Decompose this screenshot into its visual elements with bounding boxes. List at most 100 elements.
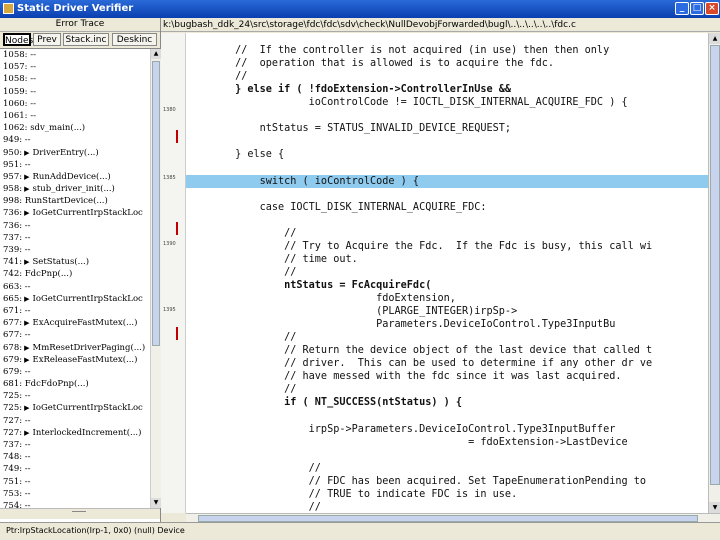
trace-row[interactable]: 754: -- [0, 500, 150, 508]
trace-row[interactable]: 681: FdcFdoPnp(...) [0, 378, 150, 390]
code-line[interactable]: ioControlCode != IOCTL_DISK_INTERNAL_ACQ… [186, 96, 708, 109]
code-line[interactable] [186, 449, 708, 462]
code-line[interactable]: irpSp->Parameters.DeviceIoControl.Type3I… [186, 423, 708, 436]
trace-row[interactable]: 742: FdcPnp(...) [0, 268, 150, 280]
trace-row[interactable]: 1059: -- [0, 86, 150, 98]
trace-row[interactable]: 665: ▶ IoGetCurrentIrpStackLoc [0, 293, 150, 305]
trace-row[interactable]: 749: -- [0, 463, 150, 475]
trace-row[interactable]: 679: ▶ ExReleaseFastMutex(...) [0, 354, 150, 366]
maximize-button[interactable]: □ [690, 2, 704, 15]
scroll-down-arrow-icon[interactable]: ▼ [151, 498, 161, 508]
trace-vertical-scrollbar[interactable]: ▲ ▼ [150, 49, 161, 508]
trace-row[interactable]: 753: -- [0, 488, 150, 500]
trace-row[interactable]: 998: RunStartDevice(...) [0, 195, 150, 207]
code-line[interactable]: = fdoExtension->LastDevice [186, 436, 708, 449]
code-line[interactable]: Parameters.DeviceIoControl.Type3InputBu [186, 318, 708, 331]
trace-row[interactable]: 1060: -- [0, 98, 150, 110]
trace-row[interactable]: 951: -- [0, 159, 150, 171]
tab-stack-inc[interactable]: Stack.inc [63, 33, 109, 46]
code-line[interactable]: // [186, 383, 708, 396]
breakpoint-marker[interactable] [176, 327, 178, 340]
trace-row[interactable]: 739: -- [0, 244, 150, 256]
code-view[interactable]: // If the controller is not acquired (in… [186, 33, 708, 513]
code-line[interactable] [186, 161, 708, 174]
trace-horizontal-scrollbar[interactable] [0, 508, 160, 519]
expand-arrow-icon[interactable]: ▶ [24, 209, 29, 217]
code-line[interactable]: // [186, 462, 708, 475]
expand-arrow-icon[interactable]: ▶ [24, 404, 29, 412]
trace-row[interactable]: 748: -- [0, 451, 150, 463]
trace-row[interactable]: 677: ▶ ExAcquireFastMutex(...) [0, 317, 150, 329]
code-line[interactable]: // [186, 331, 708, 344]
trace-row[interactable]: 736: ▶ IoGetCurrentIrpStackLoc [0, 207, 150, 219]
trace-row[interactable]: 1061: -- [0, 110, 150, 122]
code-line[interactable] [186, 214, 708, 227]
expand-arrow-icon[interactable]: ▶ [24, 295, 29, 303]
expand-arrow-icon[interactable]: ▶ [24, 149, 29, 157]
code-line[interactable]: if ( NT_SUCCESS(ntStatus) ) { [186, 396, 708, 409]
code-line[interactable] [186, 188, 708, 201]
trace-row[interactable]: 727: -- [0, 415, 150, 427]
tab-prev[interactable]: Prev [33, 33, 61, 46]
scrollbar-thumb[interactable] [710, 45, 720, 485]
code-line[interactable] [186, 409, 708, 422]
expand-arrow-icon[interactable]: ▶ [24, 258, 29, 266]
trace-list[interactable]: 1058: -- 1057: -- 1058: -- 1059: -- 1060: --… [0, 49, 150, 508]
code-line[interactable]: // time out. [186, 253, 708, 266]
tab-deskinc[interactable]: Deskinc [112, 33, 157, 46]
code-line[interactable] [186, 109, 708, 122]
trace-row[interactable]: 736: -- [0, 220, 150, 232]
trace-row[interactable]: 957: ▶ RunAddDevice(...) [0, 171, 150, 183]
scroll-down-arrow-icon[interactable]: ▼ [709, 502, 720, 513]
code-line[interactable]: // [186, 227, 708, 240]
trace-row[interactable]: 679: -- [0, 366, 150, 378]
trace-row[interactable]: 725: ▶ IoGetCurrentIrpStackLoc [0, 402, 150, 414]
trace-row[interactable]: 1058: -- [0, 73, 150, 85]
code-line[interactable]: // driver. This can be used to determine… [186, 357, 708, 370]
expand-arrow-icon[interactable]: ▶ [24, 173, 29, 181]
scroll-up-arrow-icon[interactable]: ▲ [709, 33, 720, 44]
expand-arrow-icon[interactable]: ▶ [24, 319, 29, 327]
code-line[interactable]: ntStatus = FcAcquireFdc( [186, 279, 708, 292]
trace-row[interactable]: 741: ▶ SetStatus(...) [0, 256, 150, 268]
trace-row[interactable]: 958: ▶ stub_driver_init(...) [0, 183, 150, 195]
trace-row[interactable]: 950: ▶ DriverEntry(...) [0, 147, 150, 159]
close-button[interactable]: × [705, 2, 719, 15]
code-line[interactable]: case IOCTL_DISK_INTERNAL_ACQUIRE_FDC: [186, 201, 708, 214]
code-line[interactable]: // TRUE to indicate FDC is in use. [186, 488, 708, 501]
code-line[interactable]: // operation that is allowed is to acqui… [186, 57, 708, 70]
trace-row[interactable]: 727: ▶ InterlockedIncrement(...) [0, 427, 150, 439]
expand-arrow-icon[interactable]: ▶ [24, 356, 29, 364]
code-line[interactable]: // FDC has been acquired. Set TapeEnumer… [186, 475, 708, 488]
trace-row[interactable]: 725: -- [0, 390, 150, 402]
code-line[interactable]: // [186, 266, 708, 279]
trace-row[interactable]: 1058: -- [0, 49, 150, 61]
minimize-button[interactable]: _ [675, 2, 689, 15]
trace-row[interactable]: 663: -- [0, 281, 150, 293]
trace-row[interactable]: 1062: sdv_main(...) [0, 122, 150, 134]
scrollbar-thumb[interactable] [152, 61, 160, 346]
trace-row[interactable]: 1057: -- [0, 61, 150, 73]
trace-row[interactable]: 677: -- [0, 329, 150, 341]
trace-row[interactable]: 751: -- [0, 476, 150, 488]
scroll-up-arrow-icon[interactable]: ▲ [151, 49, 161, 59]
expand-arrow-icon[interactable]: ▶ [24, 429, 29, 437]
trace-row[interactable]: 737: -- [0, 439, 150, 451]
code-line[interactable]: // [186, 70, 708, 83]
code-line[interactable]: fdoExtension, [186, 292, 708, 305]
code-line[interactable]: ntStatus = STATUS_INVALID_DEVICE_REQUEST… [186, 122, 708, 135]
breakpoint-marker[interactable] [176, 130, 178, 143]
expand-arrow-icon[interactable]: ▶ [24, 185, 29, 193]
tab-nodes[interactable]: Nodes [3, 33, 33, 46]
scrollbar-thumb[interactable] [198, 515, 698, 522]
trace-row[interactable]: 949: -- [0, 134, 150, 146]
expand-arrow-icon[interactable]: ▶ [24, 344, 29, 352]
code-line[interactable]: } else { [186, 148, 708, 161]
code-line[interactable]: // Return the device object of the last … [186, 344, 708, 357]
code-line[interactable]: // If the controller is not acquired (in… [186, 44, 708, 57]
code-line[interactable]: // have messed with the fdc since it was… [186, 370, 708, 383]
breakpoint-marker[interactable] [176, 222, 178, 235]
trace-row[interactable]: 737: -- [0, 232, 150, 244]
code-line[interactable] [186, 135, 708, 148]
code-line[interactable]: // [186, 501, 708, 513]
